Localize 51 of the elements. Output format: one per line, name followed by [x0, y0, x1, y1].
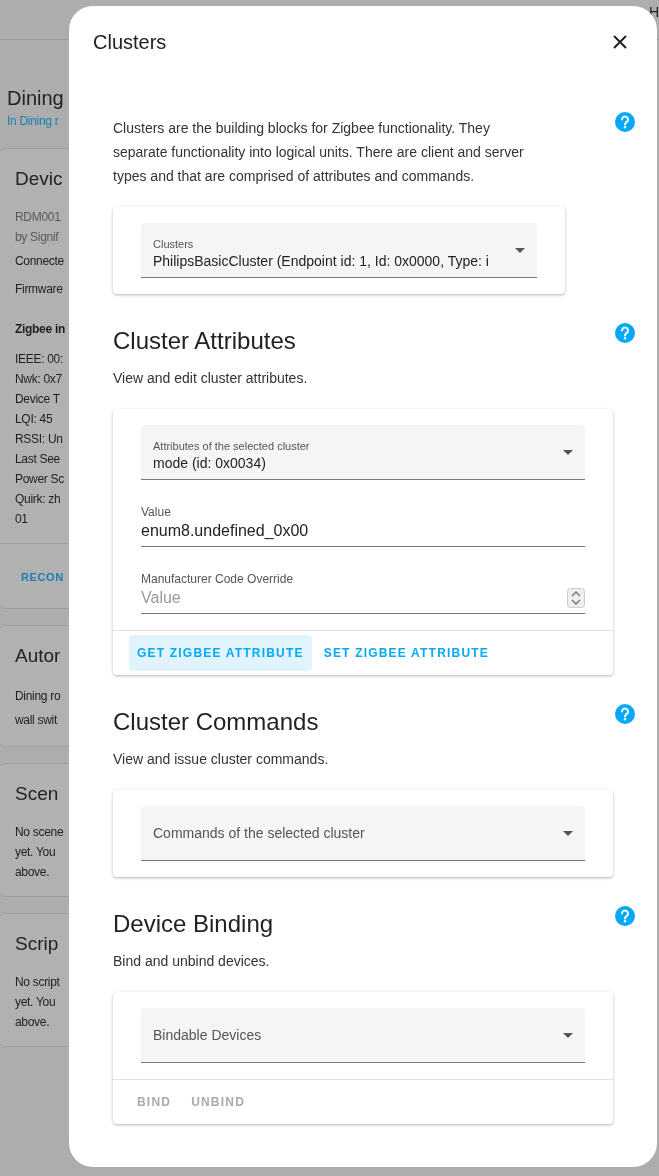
section-heading: Cluster Attributes	[113, 326, 296, 356]
help-icon[interactable]	[614, 111, 636, 133]
card-text: by Signif	[15, 229, 60, 246]
card-text: Nwk: 0x7	[15, 371, 63, 388]
card-text: No script	[15, 974, 61, 991]
card-title: Scrip	[15, 932, 60, 956]
card-text: 01	[15, 511, 29, 528]
card-text: Power Sc	[15, 471, 65, 488]
card-text: wall swit	[15, 712, 59, 729]
card-text: Dining ro	[15, 688, 62, 705]
card-text: Quirk: zh	[15, 491, 62, 508]
number-field[interactable]: Manufacturer Code Override Value	[141, 567, 585, 614]
dropdown-caret-icon	[563, 449, 573, 455]
card-text: No scene	[15, 824, 65, 841]
dropdown-caret-icon	[563, 830, 573, 836]
card-text: above.	[15, 864, 51, 881]
section-description: View and issue cluster commands.	[113, 750, 329, 769]
help-icon[interactable]	[614, 905, 636, 927]
card-text: LQI: 45	[15, 411, 54, 428]
section-description: Clusters are the building blocks for Zigbee functionality. They separate functionality into logical units. There are client and server types and that are comprised of attributes and commands.	[113, 119, 525, 186]
text-field[interactable]: Value enum8.undefined_0x00	[141, 500, 585, 547]
card-title: Autor	[15, 644, 62, 668]
select-field[interactable]: Bindable Devices	[141, 1008, 585, 1063]
card-text: Last See	[15, 451, 61, 468]
card-text: IEEE: 00:	[15, 351, 64, 368]
section-heading: Cluster Commands	[113, 707, 319, 737]
select-field[interactable]: Attributes of the selected cluster mode (id: 0x0034)	[141, 425, 585, 480]
card-title: Devic	[15, 167, 64, 191]
help-icon[interactable]	[614, 322, 636, 344]
card-text: Zigbee in	[15, 321, 66, 338]
select-field[interactable]: Clusters PhilipsBasicCluster (Endpoint id: 1, Id: 0x0000, Type: i	[141, 223, 537, 278]
card-text: yet. You	[15, 994, 57, 1011]
help-icon[interactable]	[614, 703, 636, 725]
dropdown-caret-icon	[563, 1032, 573, 1038]
section-heading: Device Binding	[113, 909, 274, 939]
card-text: RSSI: Un	[15, 431, 64, 448]
card-text: Firmware	[15, 281, 64, 298]
card-text: RDM001	[15, 209, 62, 226]
card-text: yet. You	[15, 844, 57, 861]
page-title: Dining	[6, 86, 65, 111]
spinner-icon[interactable]	[567, 588, 585, 608]
section-description: View and edit cluster attributes.	[113, 369, 308, 388]
card-text: above.	[15, 1014, 51, 1031]
close-icon[interactable]	[613, 35, 627, 49]
dialog-title: Clusters	[93, 30, 167, 55]
section-description: Bind and unbind devices.	[113, 952, 270, 971]
card-text: Connecte	[15, 253, 65, 270]
select-field[interactable]: Commands of the selected cluster	[141, 806, 585, 861]
card-text: Device T	[15, 391, 61, 408]
card-title: Scen	[15, 782, 60, 806]
dropdown-caret-icon	[515, 247, 525, 253]
